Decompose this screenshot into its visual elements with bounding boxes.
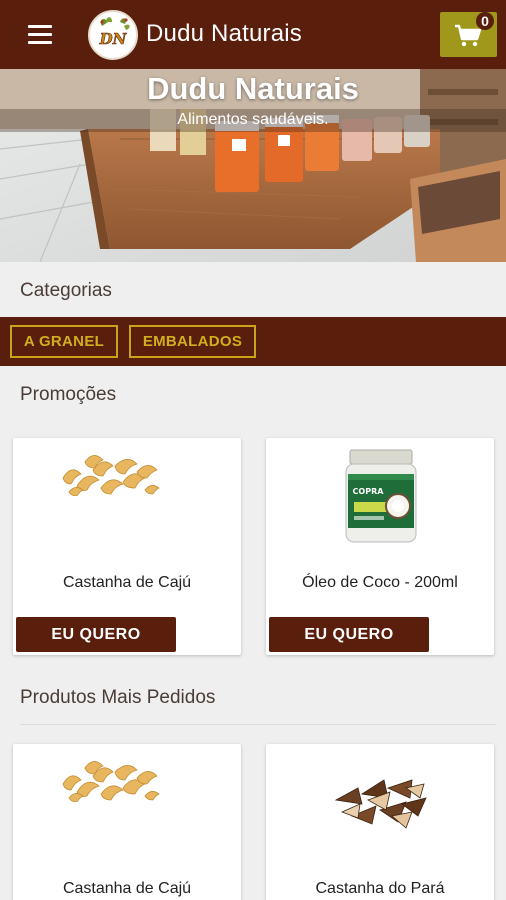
menu-icon-line xyxy=(28,41,52,44)
categories-heading: Categorias xyxy=(20,280,112,301)
menu-icon-line xyxy=(28,25,52,28)
product-card[interactable]: COPRA Óleo de Coco - 200ml EU QUERO xyxy=(266,438,494,655)
eu-quero-button[interactable]: EU QUERO xyxy=(269,617,429,652)
category-embalados-button[interactable]: EMBALADOS xyxy=(129,325,256,358)
coconut-oil-jar-image: COPRA xyxy=(345,449,417,543)
jar-brand-label: COPRA xyxy=(353,487,385,496)
category-a-granel-button[interactable]: A GRANEL xyxy=(10,325,118,358)
promotions-heading: Promoções xyxy=(20,384,117,405)
section-divider xyxy=(20,724,496,725)
cashew-nuts-image xyxy=(62,455,160,496)
product-card[interactable]: Castanha de Cajú xyxy=(13,744,241,900)
product-name: Óleo de Coco - 200ml xyxy=(302,574,458,591)
menu-button[interactable] xyxy=(22,22,58,48)
shopping-cart-icon xyxy=(455,24,482,47)
brazil-nuts-image xyxy=(334,779,427,829)
brand-logo[interactable]: DN xyxy=(88,10,138,60)
hero-banner: Dudu Naturais Alimentos saudáveis. xyxy=(0,69,506,262)
menu-icon-line xyxy=(28,33,52,36)
hero-title: Dudu Naturais xyxy=(147,71,359,106)
app-title: Dudu Naturais xyxy=(146,20,303,47)
eu-quero-button[interactable]: EU QUERO xyxy=(16,617,176,652)
product-name: Castanha de Cajú xyxy=(62,574,192,591)
cashew-nuts-image xyxy=(62,761,160,802)
hero-subtitle: Alimentos saudáveis. xyxy=(177,111,329,128)
product-name: Castanha de Cajú xyxy=(62,880,192,897)
cart-button[interactable]: 0 xyxy=(440,12,497,57)
product-card[interactable]: Castanha de Cajú EU QUERO xyxy=(13,438,241,655)
logo-text: DN xyxy=(99,30,128,48)
cart-count-badge: 0 xyxy=(476,12,494,30)
most-ordered-heading: Produtos Mais Pedidos xyxy=(20,687,216,708)
category-bar: A GRANEL EMBALADOS xyxy=(0,317,506,366)
product-name: Castanha do Pará xyxy=(315,880,445,897)
product-card[interactable]: Castanha do Pará xyxy=(266,744,494,900)
logo-icon: DN xyxy=(98,17,130,48)
app-bar: DN Dudu Naturais 0 xyxy=(0,0,506,69)
